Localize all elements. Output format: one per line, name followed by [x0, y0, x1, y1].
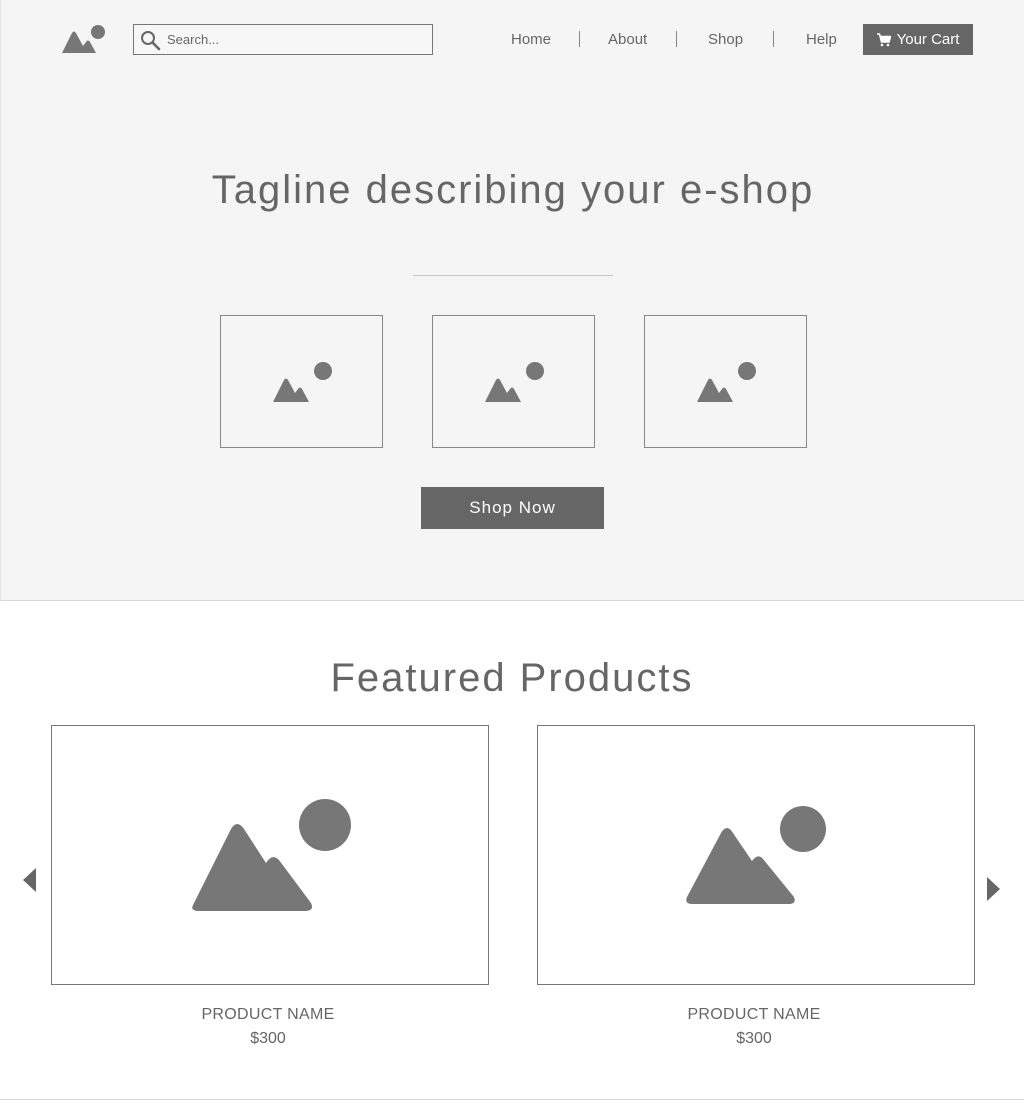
hero-divider [413, 275, 613, 276]
hero-thumbnail-3 [644, 315, 807, 448]
cart-button[interactable]: Your Cart [863, 24, 973, 55]
product-name-2[interactable]: PRODUCT NAME [535, 1006, 973, 1024]
image-placeholder-icon [696, 361, 756, 402]
featured-title: Featured Products [330, 656, 694, 700]
search-icon [141, 30, 161, 50]
arrow-left-icon[interactable] [23, 868, 37, 892]
hero-section: Home About Shop Help Your Cart Tagline d… [0, 0, 1024, 601]
nav-separator [579, 31, 580, 47]
cart-icon [876, 32, 891, 46]
shop-now-button[interactable]: Shop Now [421, 487, 604, 529]
nav-separator [676, 31, 677, 47]
section-divider [0, 1099, 1024, 1100]
hero-thumbnail-1 [220, 315, 383, 448]
search-input[interactable] [167, 32, 417, 47]
product-image-2[interactable] [537, 725, 975, 985]
nav-help[interactable]: Help [806, 31, 837, 48]
nav-separator [773, 31, 774, 47]
search-box[interactable] [133, 24, 433, 55]
image-placeholder-icon [192, 799, 351, 911]
nav-shop[interactable]: Shop [708, 31, 743, 48]
image-placeholder-icon [686, 806, 826, 904]
logo-icon[interactable] [59, 22, 107, 56]
product-price-2: $300 [736, 1030, 772, 1047]
hero-tagline: Tagline describing your e-shop [211, 168, 815, 212]
hero-thumbnail-2 [432, 315, 595, 448]
nav-home[interactable]: Home [511, 31, 551, 48]
product-image-1[interactable] [51, 725, 489, 985]
nav-about[interactable]: About [608, 31, 647, 48]
product-price-1: $300 [250, 1030, 286, 1047]
image-placeholder-icon [272, 361, 332, 402]
image-placeholder-icon [484, 361, 544, 402]
cart-label: Your Cart [896, 31, 960, 48]
product-name-1[interactable]: PRODUCT NAME [49, 1006, 487, 1024]
arrow-right-icon[interactable] [986, 877, 1000, 901]
